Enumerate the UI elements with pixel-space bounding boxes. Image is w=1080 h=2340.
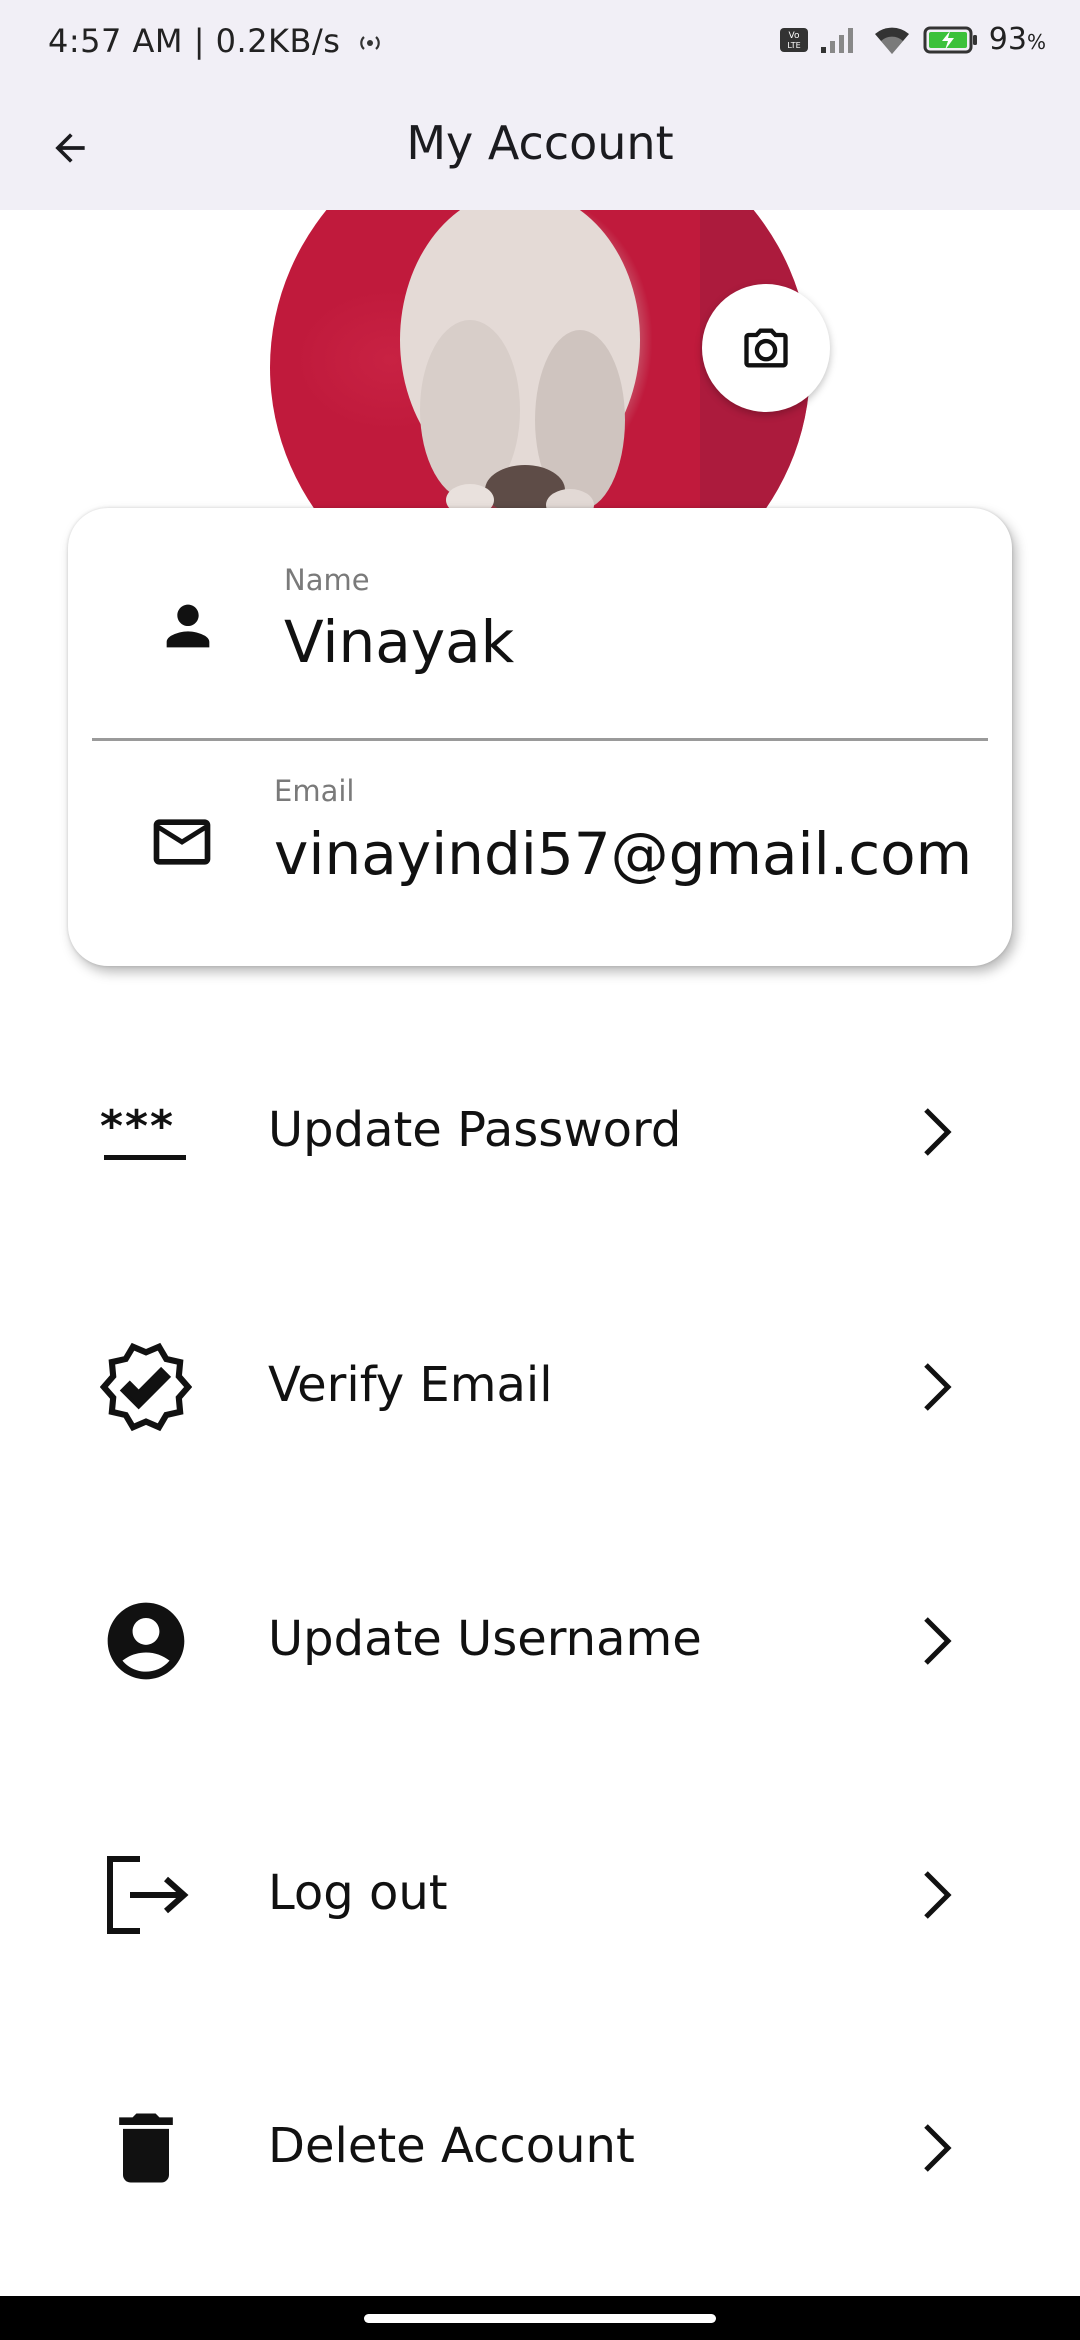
svg-text:***: *** [100, 1101, 175, 1152]
password-icon: *** [96, 1092, 196, 1172]
name-field[interactable]: Name Vinayak [68, 508, 1012, 728]
svg-text:Vo: Vo [788, 31, 799, 41]
wifi-icon [874, 27, 909, 54]
mail-icon [140, 802, 224, 882]
email-field[interactable]: Email vinayindi57@gmail.com [68, 740, 1012, 960]
svg-text:LTE: LTE [787, 41, 800, 50]
update-username-item[interactable]: Update Username [0, 1561, 1080, 1721]
chevron-right-icon [910, 1863, 962, 1927]
home-gesture-handle[interactable] [364, 2314, 716, 2323]
name-value: Vinayak [284, 608, 515, 676]
trash-icon [96, 2108, 196, 2188]
app-bar: My Account [0, 86, 1080, 210]
status-bar: 4:57 AM | 0.2KB/s Vo LTE 93% [0, 0, 1080, 86]
status-time: 4:57 AM | 0.2KB/s [48, 22, 383, 60]
status-icons: Vo LTE 93% [779, 22, 1046, 57]
page-title: My Account [406, 116, 674, 170]
account-circle-icon [96, 1601, 196, 1681]
chevron-right-icon [910, 2116, 962, 2180]
chevron-right-icon [910, 1355, 962, 1419]
battery-percent: 93% [988, 22, 1046, 57]
camera-icon [744, 328, 788, 368]
hotspot-icon [360, 36, 380, 50]
verified-badge-icon [96, 1342, 196, 1432]
person-icon [148, 586, 228, 666]
signal-icon [820, 27, 853, 53]
email-label: Email [274, 774, 355, 808]
log-out-label: Log out [268, 1865, 448, 1921]
battery-icon [923, 26, 977, 53]
change-photo-button[interactable] [702, 284, 830, 412]
update-username-label: Update Username [268, 1611, 702, 1667]
logout-icon [96, 1855, 196, 1935]
update-password-item[interactable]: *** Update Password [0, 1052, 1080, 1212]
account-info-card: Name Vinayak Email vinayindi57@gmail.com [68, 508, 1012, 966]
delete-account-item[interactable]: Delete Account [0, 2068, 1080, 2228]
update-password-label: Update Password [268, 1102, 682, 1158]
chevron-right-icon [910, 1100, 962, 1164]
volte-icon: Vo LTE [779, 27, 808, 52]
log-out-item[interactable]: Log out [0, 1815, 1080, 1975]
verify-email-label: Verify Email [268, 1357, 553, 1413]
email-value: vinayindi57@gmail.com [274, 820, 973, 888]
verify-email-item[interactable]: Verify Email [0, 1307, 1080, 1467]
status-time-text: 4:57 AM | 0.2KB/s [48, 22, 341, 60]
name-label: Name [284, 563, 370, 597]
navigation-bar [0, 2296, 1080, 2340]
chevron-right-icon [910, 1609, 962, 1673]
delete-account-label: Delete Account [268, 2118, 635, 2174]
